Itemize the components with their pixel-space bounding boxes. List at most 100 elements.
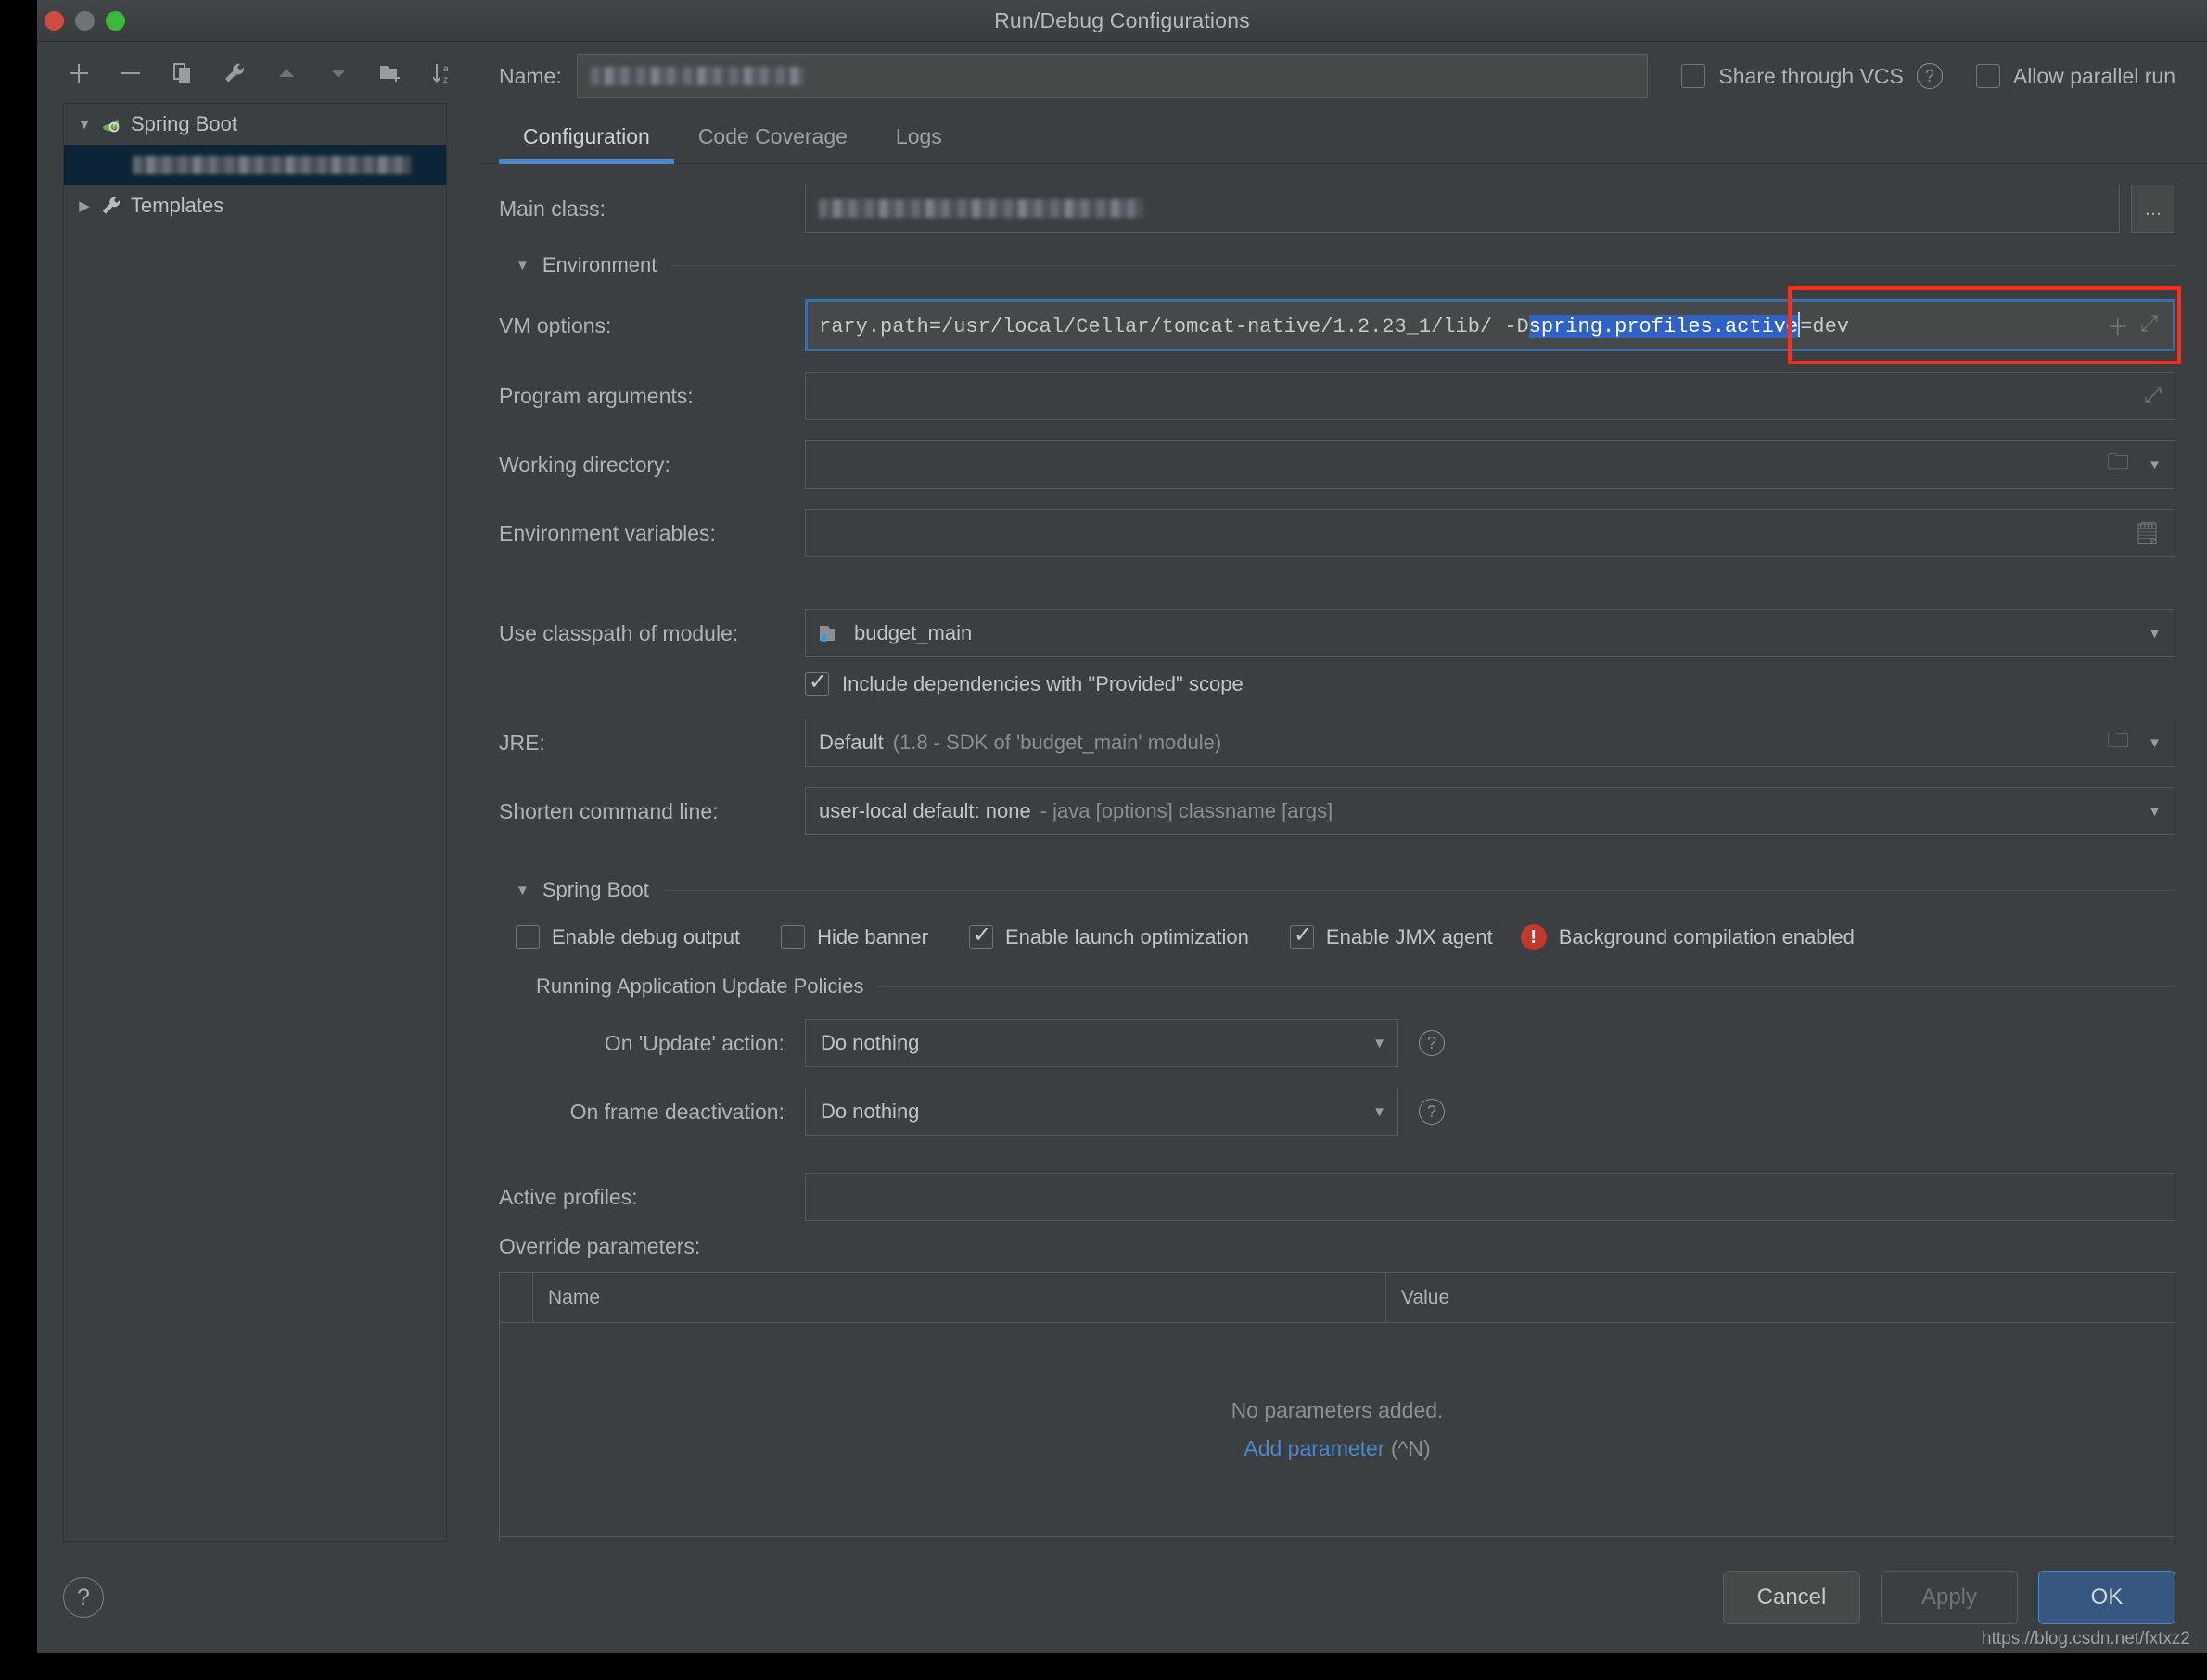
- enable-jmx-agent-checkbox[interactable]: [1289, 922, 1314, 949]
- share-through-vcs-checkbox[interactable]: [1681, 64, 1706, 88]
- svg-text:a: a: [443, 64, 449, 74]
- add-parameter-link[interactable]: Add parameter (^N): [1244, 1436, 1430, 1461]
- chevron-down-icon[interactable]: ▼: [1372, 1104, 1386, 1120]
- override-parameters-table: Name Value No parameters added. Add para…: [499, 1272, 2175, 1542]
- use-classpath-of-module-row: Use classpath of module: budget_main ▼: [499, 609, 2175, 657]
- table-header-value[interactable]: Value: [1386, 1273, 2175, 1322]
- jre-combo[interactable]: Default (1.8 - SDK of 'budget_main' modu…: [805, 719, 2175, 767]
- chevron-down-icon[interactable]: ▼: [1372, 1036, 1386, 1051]
- remove-configuration-button[interactable]: [109, 54, 152, 93]
- help-icon[interactable]: ?: [1916, 63, 1943, 89]
- name-input[interactable]: [576, 54, 1649, 98]
- move-up-button[interactable]: [265, 54, 308, 93]
- dialog-buttons: Cancel Apply OK: [1723, 1571, 2175, 1624]
- environment-variables-input[interactable]: 🗒: [805, 509, 2175, 557]
- error-icon: !: [1520, 924, 1547, 950]
- active-profiles-input[interactable]: [805, 1173, 2175, 1221]
- chevron-right-icon[interactable]: ▶: [71, 197, 97, 214]
- help-icon[interactable]: ?: [1419, 1030, 1445, 1056]
- on-update-action-label: On 'Update' action:: [604, 1030, 785, 1055]
- policies-section-label: Running Application Update Policies: [536, 974, 864, 998]
- hide-banner-checkbox[interactable]: [781, 925, 806, 949]
- hide-banner-label: Hide banner: [817, 925, 928, 948]
- edit-templates-wrench-icon[interactable]: [213, 54, 256, 93]
- shorten-command-line-hint: - java [options] classname [args]: [1040, 799, 1333, 822]
- add-parameter-link-label: Add parameter: [1244, 1436, 1385, 1460]
- tree-item-label: Spring Boot: [131, 112, 237, 135]
- main-class-label: Main class:: [499, 196, 606, 221]
- table-header-name[interactable]: Name: [533, 1273, 1386, 1322]
- main-class-input[interactable]: [805, 185, 2120, 233]
- expand-editor-icon[interactable]: ⤢: [2144, 383, 2162, 409]
- configuration-panel: Name: Share through VCS ? Allow parallel…: [473, 42, 2207, 1542]
- on-frame-deactivation-combo[interactable]: Do nothing ▼: [805, 1088, 1398, 1136]
- help-button[interactable]: ?: [63, 1577, 104, 1618]
- spring-boot-section-header: ▼ Spring Boot: [516, 878, 2175, 902]
- move-down-button[interactable]: [317, 54, 360, 93]
- configurations-sidebar: a z ▼ Spring Boot ▶ Templates: [37, 42, 473, 1542]
- chevron-down-icon[interactable]: ▼: [2148, 804, 2162, 820]
- tree-item-spring-boot[interactable]: ▼ Spring Boot: [64, 104, 446, 145]
- help-icon[interactable]: ?: [1419, 1099, 1445, 1125]
- running-application-update-policies: Running Application Update Policies On '…: [536, 974, 2175, 1136]
- use-classpath-of-module-label: Use classpath of module:: [499, 620, 739, 645]
- tab-configuration[interactable]: Configuration: [499, 110, 674, 164]
- main-class-row: Main class: ...: [499, 185, 2175, 233]
- active-profiles-label: Active profiles:: [499, 1184, 638, 1209]
- chevron-down-icon[interactable]: ▼: [71, 117, 97, 133]
- chevron-down-icon[interactable]: ▼: [2148, 735, 2162, 751]
- shorten-command-line-combo[interactable]: user-local default: none - java [options…: [805, 787, 2175, 835]
- run-debug-configurations-window: Run/Debug Configurations a z ▼ Spring Bo…: [37, 0, 2207, 1653]
- chevron-down-icon[interactable]: ▼: [516, 883, 529, 898]
- new-folder-button[interactable]: [369, 54, 412, 93]
- environment-section-header: ▼ Environment: [516, 253, 2175, 277]
- window-body: a z ▼ Spring Boot ▶ Templates Name: Shar…: [37, 42, 2207, 1542]
- include-provided-checkbox[interactable]: [805, 668, 829, 696]
- expand-editor-icon[interactable]: ⤢: [2140, 312, 2158, 338]
- section-divider: [670, 264, 2175, 266]
- name-label: Name:: [499, 63, 562, 88]
- copy-configuration-button[interactable]: [161, 54, 204, 93]
- program-arguments-input[interactable]: ⤢: [805, 372, 2175, 420]
- add-configuration-button[interactable]: [57, 54, 100, 93]
- dialog-footer: ? Cancel Apply OK https://blog.csdn.net/…: [37, 1542, 2207, 1653]
- vm-options-input[interactable]: rary.path=/usr/local/Cellar/tomcat-nativ…: [805, 299, 2175, 351]
- tree-item-templates[interactable]: ▶ Templates: [64, 185, 446, 226]
- hide-banner-group: Hide banner: [781, 925, 928, 949]
- cancel-button[interactable]: Cancel: [1723, 1571, 1860, 1624]
- folder-icon[interactable]: 🗀: [2107, 446, 2129, 484]
- enable-debug-output-checkbox[interactable]: [516, 925, 540, 949]
- tab-code-coverage[interactable]: Code Coverage: [674, 110, 872, 163]
- ok-button[interactable]: OK: [2038, 1571, 2175, 1624]
- tree-item-selected-configuration[interactable]: [64, 145, 446, 185]
- on-update-action-row: On 'Update' action: Do nothing ▼ ?: [536, 1019, 2175, 1067]
- tab-logs[interactable]: Logs: [872, 110, 966, 163]
- add-vm-option-icon[interactable]: ＋: [2107, 309, 2129, 342]
- allow-parallel-run-checkbox[interactable]: [1975, 64, 2000, 88]
- section-divider: [876, 986, 2175, 987]
- jre-label: JRE:: [499, 730, 545, 755]
- enable-launch-optimization-label: Enable launch optimization: [1004, 925, 1249, 948]
- folder-icon[interactable]: 🗀: [2107, 724, 2129, 762]
- redacted-configuration-name: [133, 156, 411, 174]
- chevron-down-icon[interactable]: ▼: [2148, 626, 2162, 642]
- browse-main-class-button[interactable]: ...: [2131, 185, 2175, 233]
- chevron-down-icon[interactable]: ▼: [2148, 457, 2162, 473]
- shorten-command-line-label: Shorten command line:: [499, 798, 719, 823]
- empty-state-text: No parameters added.: [1231, 1398, 1444, 1422]
- chevron-down-icon[interactable]: ▼: [516, 258, 529, 274]
- enable-launch-optimization-group: Enable launch optimization: [968, 922, 1249, 949]
- spring-boot-section-label: Spring Boot: [542, 878, 649, 901]
- sort-alphabetically-button[interactable]: a z: [421, 54, 464, 93]
- working-directory-input[interactable]: 🗀 ▼: [805, 440, 2175, 489]
- use-classpath-of-module-combo[interactable]: budget_main ▼: [805, 609, 2175, 657]
- configurations-tree[interactable]: ▼ Spring Boot ▶ Templates: [63, 103, 447, 1542]
- vm-options-row: VM options: rary.path=/usr/local/Cellar/…: [499, 286, 2181, 364]
- enable-launch-optimization-checkbox[interactable]: [968, 922, 993, 949]
- on-update-action-combo[interactable]: Do nothing ▼: [805, 1019, 1398, 1067]
- svg-text:z: z: [443, 75, 448, 85]
- environment-section-label: Environment: [542, 253, 657, 276]
- environment-variables-row: Environment variables: 🗒: [499, 509, 2175, 557]
- redacted-main-class-value: [819, 199, 1143, 218]
- list-icon[interactable]: 🗒: [2134, 520, 2162, 547]
